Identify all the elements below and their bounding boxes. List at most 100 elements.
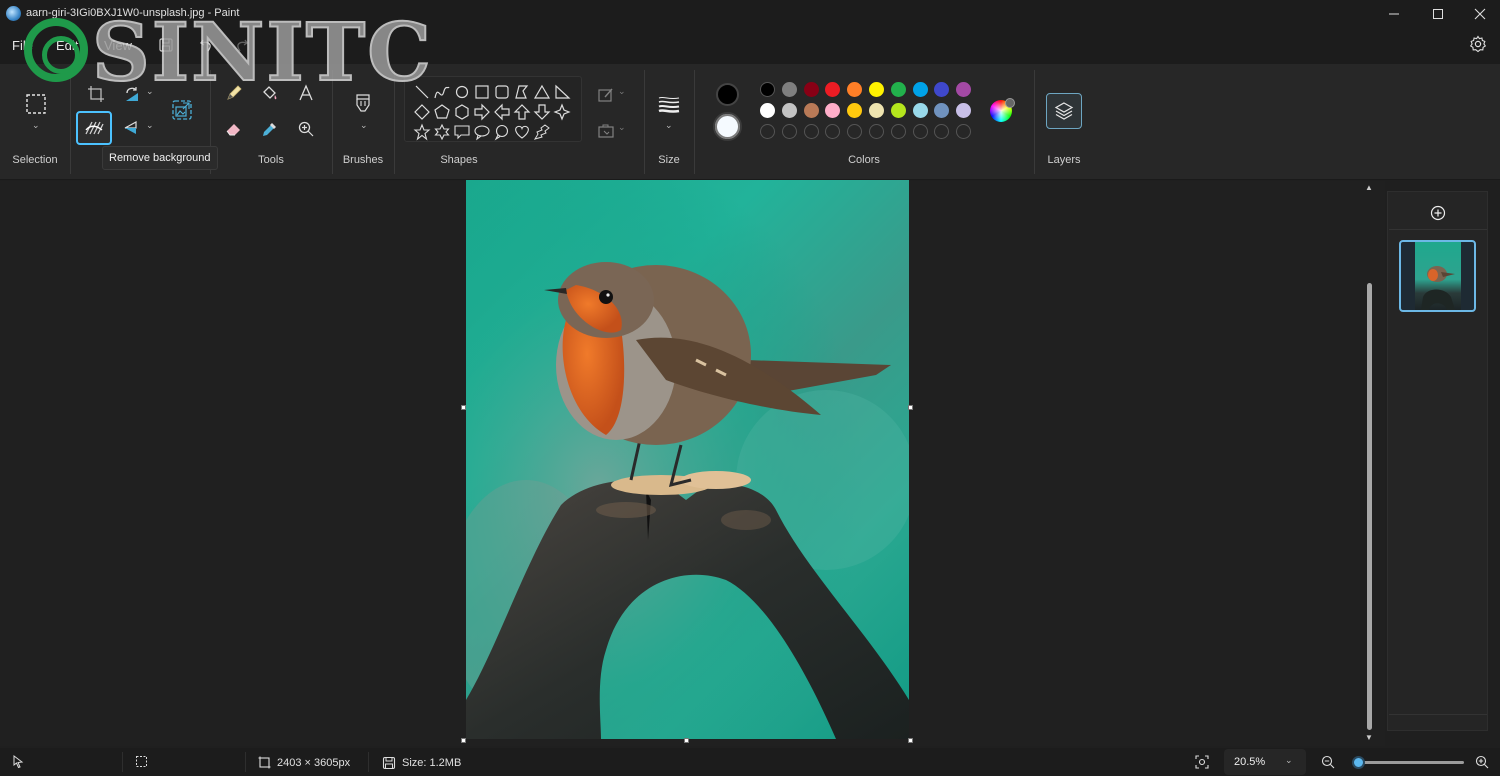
undo-icon[interactable] xyxy=(198,36,216,54)
add-layer-button[interactable] xyxy=(1429,204,1447,222)
shape-hexagon-icon[interactable] xyxy=(453,103,471,121)
zoom-out-icon xyxy=(1321,755,1335,769)
shape-lightning-icon[interactable] xyxy=(533,123,551,141)
canvas-resize-handle-bottom[interactable] xyxy=(684,738,689,743)
resize-button[interactable] xyxy=(170,98,194,122)
flip-button[interactable] xyxy=(120,116,144,140)
secondary-color-swatch[interactable] xyxy=(713,112,742,141)
shape-rectangle-icon[interactable] xyxy=(473,83,491,101)
zoom-out-button[interactable] xyxy=(1321,755,1335,769)
fill-button[interactable] xyxy=(258,81,282,105)
settings-gear-icon[interactable] xyxy=(1469,35,1487,53)
custom-color-slot[interactable] xyxy=(760,124,775,139)
selection-dropdown-chevron[interactable]: ⌄ xyxy=(32,120,40,131)
shape-six-point-star-icon[interactable] xyxy=(433,123,451,141)
shape-cloud-callout-icon[interactable] xyxy=(493,123,511,141)
zoom-slider-track[interactable] xyxy=(1356,761,1464,764)
magnifier-button[interactable] xyxy=(294,117,318,141)
color-swatch[interactable] xyxy=(890,82,906,97)
zoom-in-button[interactable] xyxy=(1475,755,1489,769)
shape-triangle-icon[interactable] xyxy=(533,83,551,101)
scroll-up-arrow-icon[interactable]: ▲ xyxy=(1365,183,1373,192)
save-icon[interactable] xyxy=(157,36,175,54)
image-canvas[interactable] xyxy=(466,180,909,739)
custom-color-slot[interactable] xyxy=(890,124,906,139)
selection-tool-button[interactable] xyxy=(24,92,48,116)
custom-color-slot[interactable] xyxy=(869,124,884,139)
size-dropdown-chevron[interactable]: ⌄ xyxy=(665,120,673,131)
flip-dropdown-chevron[interactable]: ⌄ xyxy=(146,120,154,131)
crop-button[interactable] xyxy=(84,82,108,106)
color-swatch[interactable] xyxy=(890,103,906,118)
eyedropper-icon xyxy=(263,123,276,136)
close-button[interactable] xyxy=(1458,0,1500,28)
text-button[interactable] xyxy=(294,81,318,105)
shape-outline-button[interactable] xyxy=(594,83,618,107)
color-swatch[interactable] xyxy=(803,103,819,118)
shape-oval-icon[interactable] xyxy=(453,83,471,101)
primary-color-swatch[interactable] xyxy=(716,83,739,106)
color-swatch[interactable] xyxy=(760,103,775,118)
shape-right-triangle-icon[interactable] xyxy=(553,83,571,101)
stroke-size-icon xyxy=(658,96,680,113)
shape-outline-chevron[interactable]: ⌄ xyxy=(618,86,626,97)
zoom-level-dropdown[interactable]: 20.5% ⌄ xyxy=(1224,749,1306,775)
brush-button[interactable] xyxy=(351,92,375,116)
shape-five-point-star-icon[interactable] xyxy=(413,123,431,141)
shape-curve-icon[interactable] xyxy=(433,83,451,101)
color-swatch[interactable] xyxy=(803,82,819,97)
shapes-gallery xyxy=(404,76,582,142)
custom-color-slot[interactable] xyxy=(912,124,928,139)
shape-line-icon[interactable] xyxy=(413,83,431,101)
color-swatch[interactable] xyxy=(781,103,797,118)
shape-rounded-rectangle-icon[interactable] xyxy=(493,83,511,101)
menu-file[interactable]: File xyxy=(12,38,33,53)
magnifier-icon xyxy=(298,121,314,137)
eraser-button[interactable] xyxy=(222,117,246,141)
vertical-scrollbar-thumb[interactable] xyxy=(1367,283,1372,730)
color-swatch[interactable] xyxy=(781,82,797,97)
color-swatch[interactable] xyxy=(912,82,928,97)
canvas-resize-handle-left[interactable] xyxy=(461,405,466,410)
shape-fill-button[interactable] xyxy=(594,119,618,143)
color-swatch[interactable] xyxy=(869,82,884,97)
color-picker-button[interactable] xyxy=(258,117,282,141)
menu-view[interactable]: View xyxy=(104,38,132,53)
custom-color-slot[interactable] xyxy=(803,124,819,139)
remove-background-button[interactable] xyxy=(76,111,112,145)
scroll-down-arrow-icon[interactable]: ▼ xyxy=(1365,733,1373,742)
redo-icon[interactable] xyxy=(232,36,250,54)
shape-diamond-icon[interactable] xyxy=(413,103,431,121)
shape-right-arrow-icon[interactable] xyxy=(473,103,491,121)
pencil-button[interactable] xyxy=(222,81,246,105)
shape-heart-icon[interactable] xyxy=(513,123,531,141)
shape-rect-callout-icon[interactable] xyxy=(453,123,471,141)
shape-fill-chevron[interactable]: ⌄ xyxy=(618,122,626,133)
shape-up-arrow-icon[interactable] xyxy=(513,103,531,121)
fit-to-window-button[interactable] xyxy=(1195,755,1209,769)
shape-oval-callout-icon[interactable] xyxy=(473,123,491,141)
color-swatch[interactable] xyxy=(760,82,775,97)
layers-toggle-button[interactable] xyxy=(1046,93,1082,129)
stroke-size-button[interactable] xyxy=(657,92,681,116)
layer-thumbnail[interactable] xyxy=(1399,240,1476,312)
minimize-button[interactable] xyxy=(1372,0,1416,28)
shape-left-arrow-icon[interactable] xyxy=(493,103,511,121)
canvas-resize-handle-bottom-left[interactable] xyxy=(461,738,466,743)
menu-edit[interactable]: Edit xyxy=(56,38,78,53)
custom-color-slot[interactable] xyxy=(781,124,797,139)
color-swatch[interactable] xyxy=(912,103,928,118)
rotate-button[interactable] xyxy=(120,82,144,106)
canvas-resize-handle-bottom-right[interactable] xyxy=(908,738,913,743)
layers-panel-divider xyxy=(1389,714,1487,715)
shape-pentagon-icon[interactable] xyxy=(433,103,451,121)
brushes-dropdown-chevron[interactable]: ⌄ xyxy=(360,120,368,131)
zoom-in-icon xyxy=(1475,755,1489,769)
canvas-resize-handle-right[interactable] xyxy=(908,405,913,410)
shape-four-point-star-icon[interactable] xyxy=(553,103,571,121)
color-swatch[interactable] xyxy=(869,103,884,118)
maximize-button[interactable] xyxy=(1416,0,1460,28)
shape-down-arrow-icon[interactable] xyxy=(533,103,551,121)
shape-polygon-icon[interactable] xyxy=(513,83,531,101)
rotate-dropdown-chevron[interactable]: ⌄ xyxy=(146,86,154,97)
